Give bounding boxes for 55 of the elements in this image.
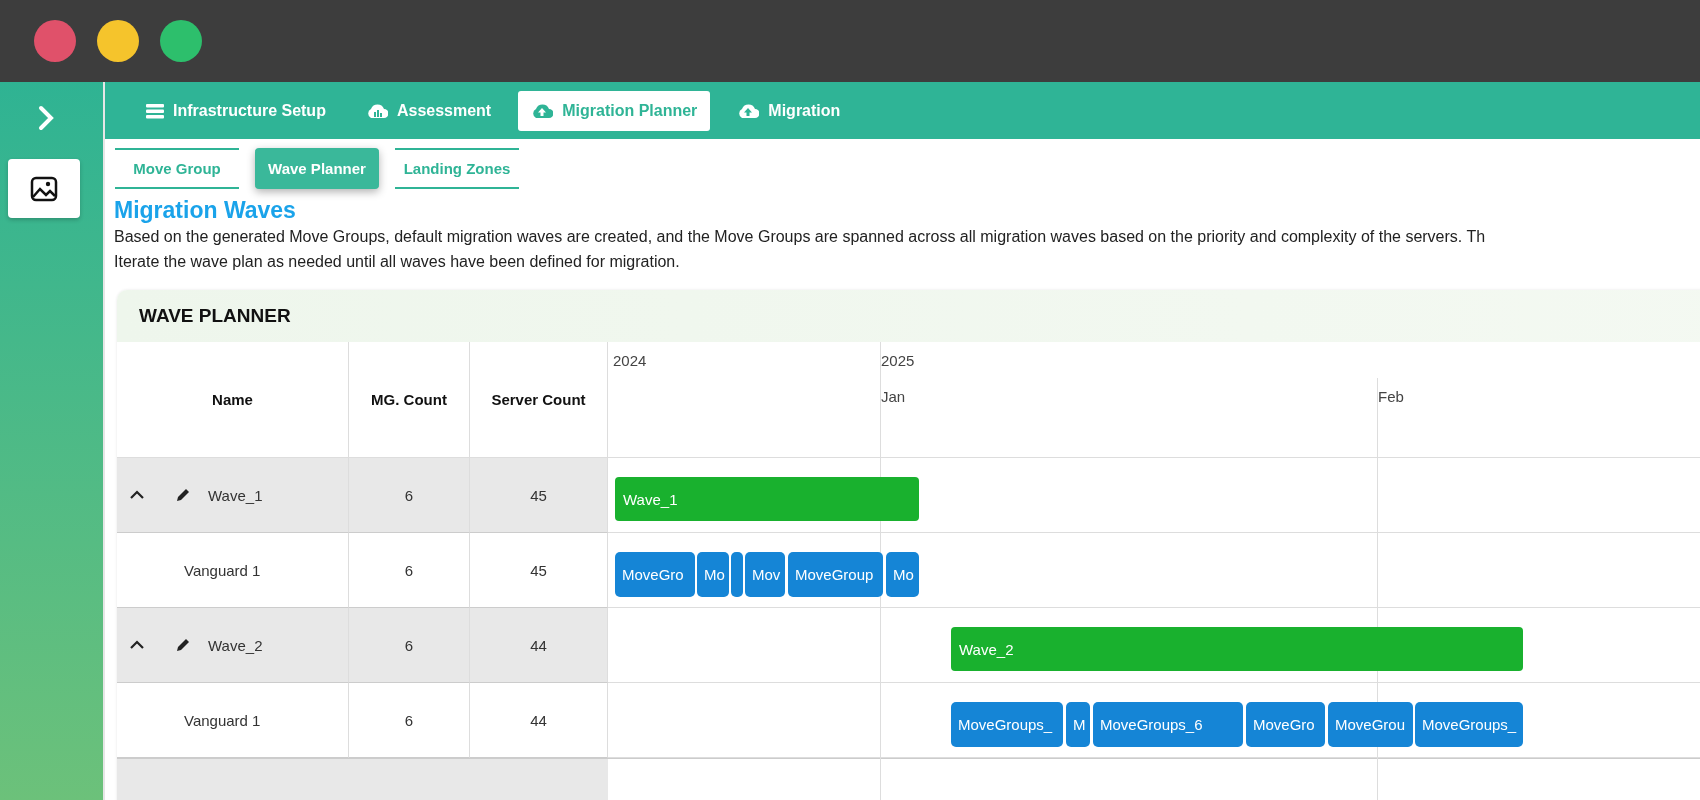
- chevron-up-icon[interactable]: [129, 490, 145, 500]
- move-group-bar[interactable]: MoveGroup: [788, 552, 883, 597]
- window-control-dot[interactable]: [97, 20, 139, 62]
- table-cell: 44: [470, 608, 608, 683]
- move-group-bar[interactable]: MoveGroups_: [1415, 702, 1523, 747]
- chevron-right-icon[interactable]: [36, 105, 55, 131]
- move-group-bar[interactable]: MoveGroups_6: [1093, 702, 1243, 747]
- description-text: Based on the generated Move Groups, default migration waves are created, and the Move Groups are spanned across all migration waves based on the priority and complexity of the servers. Th: [114, 227, 1487, 247]
- table-cell: 6: [349, 458, 470, 533]
- table-cell: 6: [349, 608, 470, 683]
- cloud-upload-icon: [737, 102, 760, 119]
- section-title: Migration Waves: [114, 197, 297, 224]
- table-cell: 45: [470, 458, 608, 533]
- move-group-bar[interactable]: [731, 552, 743, 597]
- pencil-icon[interactable]: [175, 487, 191, 503]
- move-group-bar[interactable]: MoveGro: [1246, 702, 1325, 747]
- move-group-bar[interactable]: MoveGroups_: [951, 702, 1063, 747]
- wave-name: Wave_1: [208, 486, 263, 504]
- nav-tab[interactable]: Infrastructure Setup: [133, 90, 339, 131]
- description-text: Iterate the wave plan as needed until all waves have been defined for migration.: [114, 252, 681, 272]
- pencil-icon[interactable]: [175, 637, 191, 653]
- table-cell: 6: [349, 533, 470, 608]
- wave-name: Wave_2: [208, 636, 263, 654]
- month-label: Feb: [1378, 388, 1404, 405]
- list-icon: [146, 102, 164, 119]
- sub-tab[interactable]: Move Group: [115, 148, 239, 189]
- sub-tab[interactable]: Landing Zones: [395, 148, 519, 189]
- table-cell: 6: [349, 683, 470, 758]
- move-group-bar[interactable]: M: [1066, 702, 1090, 747]
- cloud-upload-icon: [531, 102, 554, 119]
- year-label: 2024: [613, 352, 647, 369]
- window-control-dot[interactable]: [160, 20, 202, 62]
- wave-bar[interactable]: Wave_1: [615, 477, 919, 521]
- move-group-bar[interactable]: MoveGrou: [1328, 702, 1413, 747]
- move-group-bar[interactable]: Mo: [886, 552, 919, 597]
- table-cell: 44: [470, 683, 608, 758]
- cloud-chart-icon: [365, 102, 388, 119]
- nav-tab[interactable]: Migration Planner: [518, 90, 711, 131]
- image-icon: [29, 175, 58, 202]
- nav-tab[interactable]: Migration: [724, 90, 854, 131]
- window-control-dot[interactable]: [34, 20, 76, 62]
- move-group-bar[interactable]: MoveGro: [615, 552, 695, 597]
- table-cell: 45: [470, 533, 608, 608]
- image-button[interactable]: [7, 159, 80, 218]
- move-group-bar[interactable]: Mov: [745, 552, 785, 597]
- month-label: Jan: [881, 388, 906, 405]
- year-label: 2025: [881, 352, 915, 369]
- group-name: Vanguard 1: [184, 711, 261, 729]
- nav-tab[interactable]: Assessment: [352, 90, 505, 131]
- chevron-up-icon[interactable]: [129, 640, 145, 650]
- sub-tab[interactable]: Wave Planner: [255, 148, 379, 189]
- group-name: Vanguard 1: [184, 561, 261, 579]
- card-header: WAVE PLANNER: [117, 290, 1700, 342]
- move-group-bar[interactable]: Mo: [697, 552, 729, 597]
- wave-bar[interactable]: Wave_2: [951, 627, 1523, 671]
